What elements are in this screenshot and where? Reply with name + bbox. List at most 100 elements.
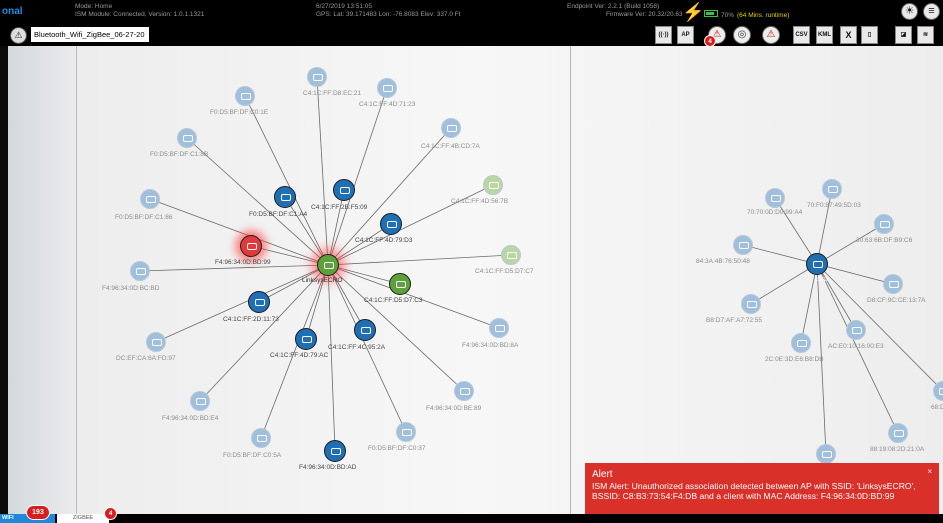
tab-zigbee[interactable]: ZIGBEE — [57, 514, 109, 523]
wifi-count-badge: 193 — [26, 505, 50, 520]
router-icon — [441, 118, 461, 138]
graph1-node-label: F4:96:34:0D:BD:E4 — [162, 415, 219, 422]
graph1-node-label: F0:D5:BF:DF:C0:37 — [368, 445, 426, 452]
graph1-client-node[interactable] — [274, 186, 296, 208]
firmware-version: Firmware Ver: 20.32/20.63 — [606, 11, 683, 18]
graph1-node-label: F0:D5:BF:DF:C1:8B — [150, 151, 209, 158]
export-kml-button[interactable]: KML — [816, 26, 833, 44]
router-icon — [396, 422, 416, 442]
graph2-client-node[interactable] — [741, 294, 761, 314]
graph1-node-label: F4:96:34:0D:BD:8A — [462, 342, 519, 349]
graph1-client-node[interactable] — [333, 179, 355, 201]
alert-message: ISM Alert: Unauthorized association dete… — [592, 481, 916, 501]
graph2-node-label: 70:F0:87:49:5D:03 — [807, 202, 861, 209]
datetime-text: 6/27/2019 13:51:05 — [316, 3, 373, 10]
access-point-icon — [806, 253, 828, 275]
alert-title: Alert — [592, 469, 613, 480]
router-icon — [888, 423, 908, 443]
graph1-client-node[interactable] — [380, 213, 402, 235]
graph2-client-node[interactable] — [765, 188, 785, 208]
graph1-client-node[interactable] — [251, 428, 271, 448]
graph1-client-node[interactable] — [190, 391, 210, 411]
graph1-client-node[interactable] — [389, 273, 411, 295]
graph1-edge — [327, 264, 336, 452]
graph1-client-node[interactable] — [454, 381, 474, 401]
project-name-field[interactable]: Bluetooth_Wifi_ZigBee_06-27-20 — [31, 27, 149, 42]
router-icon — [235, 86, 255, 106]
graph1-client-node[interactable] — [248, 291, 270, 313]
graph1-client-node[interactable] — [130, 261, 150, 281]
close-view-button[interactable]: X — [840, 26, 857, 44]
graph2-node-label: AC:E0:10:16:00:E3 — [828, 343, 884, 350]
graph1-edge — [327, 184, 494, 266]
radar-icon[interactable]: ◎ — [733, 26, 751, 44]
left-edge-strip — [0, 46, 8, 514]
graph1-client-node[interactable] — [396, 422, 416, 442]
graph1-client-node[interactable] — [140, 189, 160, 209]
graph2-client-node[interactable] — [888, 423, 908, 443]
wifi-scan-icon[interactable]: ((·)) — [655, 26, 672, 44]
router-icon — [765, 188, 785, 208]
graph2-access-point-label: corp — [815, 276, 828, 283]
graph2-access-point-node[interactable] — [806, 253, 828, 275]
graph1-client-node[interactable] — [501, 245, 521, 265]
battery-percent: 70% — [721, 12, 735, 19]
graph1-client-node[interactable] — [235, 86, 255, 106]
graph2-client-node[interactable] — [791, 333, 811, 353]
graph1-node-label: C4:1C:FF:D5:D7:C3 — [364, 297, 423, 304]
graph1-client-node[interactable] — [177, 128, 197, 148]
router-icon — [130, 261, 150, 281]
router-icon — [389, 273, 411, 295]
warning-icon[interactable]: ⚠ — [762, 26, 780, 44]
router-icon — [251, 428, 271, 448]
graph1-client-node[interactable] — [377, 78, 397, 98]
graph1-client-node[interactable] — [295, 328, 317, 350]
router-icon — [140, 189, 160, 209]
ap-button[interactable]: AP — [677, 26, 694, 44]
graph2-node-label: 70:70:0D:D0:99:A4 — [747, 209, 803, 216]
contrast-icon[interactable]: ◪ — [895, 26, 912, 44]
graph1-node-label: F0:D5:BF:DF:C1:86 — [115, 214, 173, 221]
graph1-node-label: C4:1C:FF:4D:71:23 — [359, 101, 416, 108]
router-icon — [190, 391, 210, 411]
network-graph-canvas[interactable]: C4:1C:FF:D8:EC:21 C4:1C:FF:4D:71:23 F0:D5:… — [8, 46, 943, 514]
graph1-client-node[interactable] — [307, 67, 327, 87]
brightness-icon[interactable]: ☀ — [901, 3, 918, 20]
graph1-client-node[interactable] — [354, 319, 376, 341]
graph1-client-node[interactable] — [240, 235, 262, 257]
graph1-access-point-node[interactable] — [317, 254, 339, 276]
router-icon — [295, 328, 317, 350]
graph1-client-node[interactable] — [441, 118, 461, 138]
wifi-signal-icon[interactable]: ≋ — [917, 26, 934, 44]
graph1-client-node[interactable] — [146, 332, 166, 352]
router-icon — [741, 294, 761, 314]
zigbee-count-badge: 4 — [104, 507, 117, 520]
gps-text: GPS: Lat: 39.171483 Lon: -76.8083 Elev: … — [316, 11, 461, 18]
graph1-client-node[interactable] — [324, 440, 346, 462]
graph1-node-label: C4:1C:FF:4B:CD:7A — [421, 143, 480, 150]
home-icon[interactable]: ⚠ — [10, 27, 27, 44]
graph2-client-node[interactable] — [816, 444, 836, 464]
router-icon — [354, 319, 376, 341]
graph1-node-label: F0:D5:BF:DF:C0:1E — [210, 109, 269, 116]
graph2-node-label: 68:D — [931, 404, 943, 411]
device-icon[interactable]: ▯ — [861, 26, 878, 44]
settings-icon[interactable]: ≡ — [923, 3, 940, 20]
graph1-client-node[interactable] — [489, 318, 509, 338]
graph2-client-node[interactable] — [883, 274, 903, 294]
graph1-node-label: F4:96:34:0D:BC:BD — [102, 285, 160, 292]
graph1-access-point-label: LinksysECRO — [302, 277, 343, 284]
graph2-client-node[interactable] — [733, 235, 753, 255]
export-csv-button[interactable]: CSV — [793, 26, 810, 44]
graph2-client-node[interactable] — [874, 214, 894, 234]
graph2-client-node[interactable] — [846, 320, 866, 340]
graph2-node-label: D8:CF:9C:CE:13:7A — [867, 297, 926, 304]
graph1-client-node[interactable] — [483, 175, 503, 195]
graph2-client-node[interactable] — [822, 179, 842, 199]
battery-icon — [704, 10, 718, 17]
alert-close-icon[interactable]: × — [927, 467, 932, 476]
access-point-icon — [317, 254, 339, 276]
router-icon — [733, 235, 753, 255]
app-brand: onal — [2, 6, 23, 17]
graph1-node-label: F4:96:34:0D:BD:AD — [299, 464, 357, 471]
